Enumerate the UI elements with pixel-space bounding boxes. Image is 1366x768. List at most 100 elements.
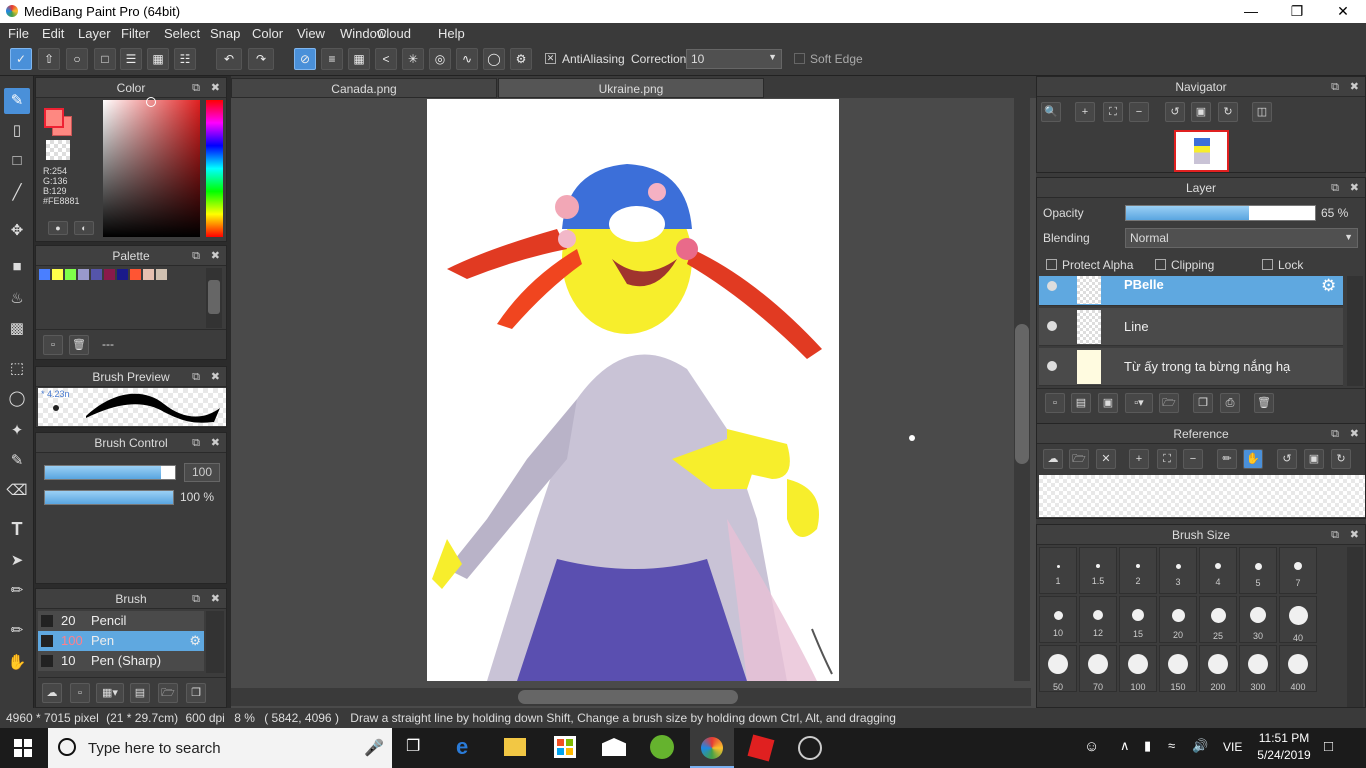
brush-size-value[interactable]: 100: [184, 463, 220, 482]
undo-icon[interactable]: ↶: [216, 48, 242, 70]
share-icon[interactable]: ⇧: [38, 48, 60, 70]
clock[interactable]: 11:51 PM 5/24/2019: [1256, 731, 1312, 762]
layer-opacity-slider[interactable]: [1125, 205, 1316, 221]
fit-icon[interactable]: ⛶: [1103, 102, 1123, 122]
blending-select[interactable]: Normal ▼: [1125, 228, 1358, 248]
zoom-in-icon[interactable]: +: [1129, 449, 1149, 469]
undock-icon[interactable]: ⧉: [1331, 77, 1339, 97]
task-view-icon[interactable]: ❐: [406, 736, 420, 756]
new-1bit-layer-icon[interactable]: ▣: [1098, 393, 1118, 413]
brush-size-cell[interactable]: 3: [1159, 547, 1197, 594]
navigator-thumbnail[interactable]: [1174, 130, 1229, 172]
brush-opacity-slider[interactable]: [44, 490, 174, 505]
select-pen-tool-icon[interactable]: ✎: [4, 448, 30, 474]
brush-size-cell[interactable]: 200: [1199, 645, 1237, 692]
transparent-color-swatch[interactable]: [46, 140, 70, 160]
cloud-download-icon[interactable]: ☁: [42, 683, 62, 703]
hue-slider[interactable]: [206, 100, 223, 237]
fill-rect-tool-icon[interactable]: ■: [4, 254, 30, 280]
palette-swatch[interactable]: [130, 269, 141, 280]
visibility-icon[interactable]: [1047, 321, 1057, 331]
close-icon[interactable]: ✖: [211, 589, 220, 609]
primary-color-swatch[interactable]: [44, 108, 64, 128]
brush-size-cell[interactable]: 20: [1159, 596, 1197, 643]
layer-row-pbelle[interactable]: PBelle ⚙: [1039, 276, 1343, 306]
gear-icon[interactable]: ⚙: [189, 631, 201, 651]
circle-snap-icon[interactable]: ◯: [483, 48, 505, 70]
layer-row-folder[interactable]: Từ ấy trong ta bừng nắng hạ: [1039, 348, 1343, 386]
app-icon-gray[interactable]: [798, 736, 822, 760]
close-icon[interactable]: ✖: [1350, 77, 1359, 97]
brush-size-cell[interactable]: 10: [1039, 596, 1077, 643]
curve-snap-icon[interactable]: ∿: [456, 48, 478, 70]
brush-size-cell[interactable]: 150: [1159, 645, 1197, 692]
redo-icon[interactable]: ↷: [248, 48, 274, 70]
comment-icon[interactable]: □: [94, 48, 116, 70]
page-icon[interactable]: ☰: [120, 48, 142, 70]
brush-size-cell[interactable]: 30: [1239, 596, 1277, 643]
volume-icon[interactable]: 🔊: [1192, 738, 1208, 754]
restore-button[interactable]: ❐: [1274, 0, 1320, 23]
snap-settings-icon[interactable]: ⚙: [510, 48, 532, 70]
folder-icon[interactable]: 🗁: [158, 683, 178, 703]
hand-icon[interactable]: ✋: [1243, 449, 1263, 469]
menu-snap[interactable]: Snap: [210, 26, 240, 41]
brush-size-cell[interactable]: 12: [1079, 596, 1117, 643]
minimize-button[interactable]: —: [1228, 0, 1274, 23]
page-list-icon[interactable]: ▦: [147, 48, 169, 70]
menu-edit[interactable]: Edit: [42, 26, 64, 41]
brush-tool-icon[interactable]: ✎: [4, 88, 30, 114]
windows-start-icon[interactable]: [14, 739, 32, 757]
brush-size-cell[interactable]: 70: [1079, 645, 1117, 692]
menu-file[interactable]: File: [8, 26, 29, 41]
eyedropper-tool-icon[interactable]: ✏: [4, 618, 30, 644]
tab-canada[interactable]: Canada.png: [231, 78, 497, 98]
palette-swatch[interactable]: [143, 269, 154, 280]
merge-layer-icon[interactable]: ⎙: [1220, 393, 1240, 413]
settings-list-icon[interactable]: ☷: [174, 48, 196, 70]
palette-swatch[interactable]: [156, 269, 167, 280]
file-explorer-icon[interactable]: [504, 738, 526, 756]
bucket-tool-icon[interactable]: ♨: [4, 286, 30, 312]
brush-size-cell[interactable]: 2: [1119, 547, 1157, 594]
close-icon[interactable]: ✖: [1350, 424, 1359, 444]
close-button[interactable]: ✕: [1320, 0, 1366, 23]
rectangle-tool-icon[interactable]: □: [4, 148, 30, 174]
concentric-snap-icon[interactable]: ◎: [429, 48, 451, 70]
menu-color[interactable]: Color: [252, 26, 283, 41]
undock-icon[interactable]: ⧉: [1331, 178, 1339, 198]
new-halftone-layer-icon[interactable]: ▤: [1071, 393, 1091, 413]
brush-size-cell[interactable]: 300: [1239, 645, 1277, 692]
hand-tool-icon[interactable]: ✋: [4, 650, 30, 676]
move-tool-icon[interactable]: ✥: [4, 218, 30, 244]
palette-swatch[interactable]: [91, 269, 102, 280]
close-reference-icon[interactable]: ✕: [1096, 449, 1116, 469]
gear-icon[interactable]: ⚙: [1321, 276, 1336, 296]
mail-icon[interactable]: [602, 738, 626, 756]
select-tool-icon[interactable]: ⬚: [4, 356, 30, 382]
close-icon[interactable]: ✖: [1350, 178, 1359, 198]
lock-checkbox[interactable]: [1262, 259, 1273, 270]
menu-layer[interactable]: Layer: [78, 26, 111, 41]
zoom-out-icon[interactable]: −: [1129, 102, 1149, 122]
fit-icon[interactable]: ⛶: [1157, 449, 1177, 469]
vertical-scroll-thumb[interactable]: [1015, 324, 1029, 464]
visibility-icon[interactable]: [1047, 361, 1057, 371]
radial-snap-icon[interactable]: ✳: [402, 48, 424, 70]
brush-size-cell[interactable]: 1: [1039, 547, 1077, 594]
close-icon[interactable]: ✖: [211, 433, 220, 453]
brush-size-scrollbar[interactable]: [1347, 547, 1363, 707]
canvas-vertical-scrollbar[interactable]: [1014, 98, 1030, 681]
palette-swatch[interactable]: [104, 269, 115, 280]
eyedropper-icon[interactable]: ✏: [1217, 449, 1237, 469]
brush-size-slider-thumb[interactable]: [161, 466, 175, 479]
brush-size-cell[interactable]: 50: [1039, 645, 1077, 692]
palette-scrollbar[interactable]: [206, 268, 222, 328]
undock-icon[interactable]: ⧉: [1331, 525, 1339, 545]
rotate-left-icon[interactable]: ↺: [1165, 102, 1185, 122]
palette-swatch[interactable]: [39, 269, 50, 280]
undock-icon[interactable]: ⧉: [192, 367, 200, 387]
layer-scrollbar[interactable]: [1347, 276, 1363, 386]
chevron-up-icon[interactable]: ∧: [1120, 738, 1130, 754]
trash-icon[interactable]: 🗑: [1254, 393, 1274, 413]
